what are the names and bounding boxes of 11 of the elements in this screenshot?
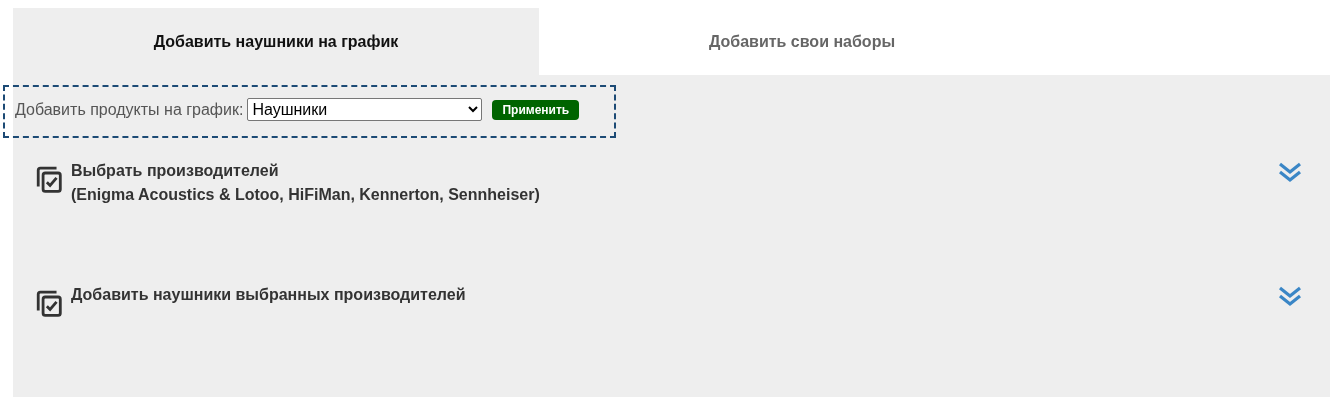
product-select[interactable]: Наушники xyxy=(247,98,483,121)
checkbox-stack-icon xyxy=(35,166,63,194)
section-title: Добавить наушники выбранных производителей xyxy=(71,286,467,304)
double-chevron-down-icon[interactable] xyxy=(1278,286,1302,308)
apply-button[interactable]: Применить xyxy=(492,99,580,120)
add-label: Добавить продукты на график: xyxy=(15,100,244,119)
double-chevron-down-icon[interactable] xyxy=(1278,162,1302,184)
section-subtitle: (Enigma Acoustics & Lotoo, HiFiMan, Kennerton, Sennheiser) xyxy=(71,186,541,204)
checkbox-stack-icon xyxy=(35,290,63,318)
section-title: Выбрать производителей xyxy=(71,162,280,180)
tab[interactable]: Добавить наушники на график xyxy=(13,8,539,75)
